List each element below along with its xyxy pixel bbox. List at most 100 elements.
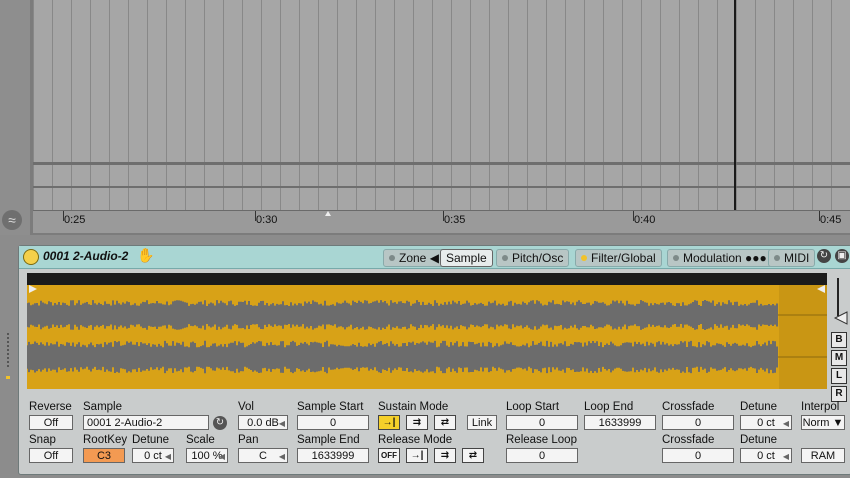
vol-label: Vol bbox=[238, 401, 254, 413]
scale-field[interactable]: 100 % ◀ bbox=[186, 448, 228, 463]
tab-label: MIDI bbox=[784, 251, 810, 265]
waveform-l-button[interactable]: L bbox=[831, 368, 847, 384]
hot-swap-sample-icon[interactable]: ↻ bbox=[213, 416, 227, 430]
zoom-slider[interactable] bbox=[829, 276, 849, 332]
crossfade-label: Crossfade bbox=[662, 401, 715, 413]
sustain-mode-forward-icon[interactable]: ⇉ bbox=[406, 415, 428, 430]
pan-field[interactable]: C ◀ bbox=[238, 448, 288, 463]
release-mode-backforth-icon[interactable]: ⇄ bbox=[462, 448, 484, 463]
detune-value: 0 ct bbox=[144, 450, 162, 462]
pan-value: C bbox=[259, 450, 267, 462]
release-detune-label: Detune bbox=[740, 434, 778, 446]
sustain-mode-loop-icon[interactable]: →| bbox=[378, 415, 400, 430]
tab-label: Sample bbox=[446, 251, 487, 265]
hot-swap-icon[interactable]: ↻ bbox=[817, 249, 831, 263]
loop-end-field[interactable]: 1633999 bbox=[584, 415, 656, 430]
interpol-select[interactable]: Norm ▼ bbox=[801, 415, 845, 430]
track-divider bbox=[33, 186, 850, 188]
release-mode-forward-icon[interactable]: ⇉ bbox=[434, 448, 456, 463]
waveform-b-button[interactable]: B bbox=[831, 332, 847, 348]
tab-indicator-icon bbox=[673, 255, 679, 261]
track-divider bbox=[33, 162, 850, 165]
waveform-display[interactable] bbox=[27, 273, 827, 389]
ruler-label: 0:25 bbox=[64, 214, 86, 226]
release-detune-value: 0 ct bbox=[757, 450, 775, 462]
sampler-panel: 0001 2-Audio-2 ✋ Zone ◀ Sample Pitch/Osc… bbox=[18, 245, 850, 475]
sustain-mode-label: Sustain Mode bbox=[378, 401, 449, 413]
reverse-label: Reverse bbox=[29, 401, 72, 413]
release-loop-label: Release Loop bbox=[506, 434, 577, 446]
tab-indicator-icon bbox=[389, 255, 395, 261]
rootkey-label: RootKey bbox=[83, 434, 128, 446]
vol-field[interactable]: 0.0 dB ◀ bbox=[238, 415, 288, 430]
crossfade-field[interactable]: 0 bbox=[662, 415, 734, 430]
loop-start-field[interactable]: 0 bbox=[506, 415, 578, 430]
scale-label: Scale bbox=[186, 434, 215, 446]
waveform-m-button[interactable]: M bbox=[831, 350, 847, 366]
tab-midi[interactable]: MIDI bbox=[768, 249, 816, 267]
waveform-r-button[interactable]: R bbox=[831, 386, 847, 402]
device-title: 0001 2-Audio-2 bbox=[43, 249, 129, 263]
interpol-value: Norm bbox=[802, 417, 830, 429]
marker-triangle-icon[interactable] bbox=[325, 211, 331, 216]
reverse-toggle[interactable]: Off bbox=[29, 415, 73, 430]
tab-indicator-icon bbox=[774, 255, 780, 261]
sample-waveform[interactable] bbox=[27, 273, 827, 389]
arrangement-grid[interactable] bbox=[33, 0, 850, 210]
playhead-line bbox=[734, 0, 736, 210]
sustain-mode-backforth-icon[interactable]: ⇄ bbox=[434, 415, 456, 430]
detune-field[interactable]: 0 ct ◀ bbox=[132, 448, 174, 463]
ram-toggle[interactable]: RAM bbox=[801, 448, 845, 463]
sampler-title-bar: 0001 2-Audio-2 ✋ Zone ◀ Sample Pitch/Osc… bbox=[19, 246, 850, 269]
release-detune-field[interactable]: 0 ct ◀ bbox=[740, 448, 792, 463]
release-loop-field[interactable]: 0 bbox=[506, 448, 578, 463]
sample-end-label: Sample End bbox=[297, 434, 360, 446]
device-grip-dots[interactable] bbox=[5, 332, 11, 380]
interpol-label: Interpol bbox=[801, 401, 840, 413]
ruler-label: 0:30 bbox=[256, 214, 278, 226]
tab-label: Pitch/Osc bbox=[512, 251, 564, 265]
waveform-end-region bbox=[779, 285, 827, 389]
sample-label: Sample bbox=[83, 401, 122, 413]
snap-toggle[interactable]: Off bbox=[29, 448, 73, 463]
loop-start-label: Loop Start bbox=[506, 401, 560, 413]
loop-detune-label: Detune bbox=[740, 401, 778, 413]
release-mode-loop-icon[interactable]: →| bbox=[406, 448, 428, 463]
sample-start-label: Sample Start bbox=[297, 401, 364, 413]
release-mode-label: Release Mode bbox=[378, 434, 453, 446]
release-mode-off-button[interactable]: OFF bbox=[378, 448, 400, 463]
tab-pitch-osc[interactable]: Pitch/Osc bbox=[496, 249, 570, 267]
tab-sample[interactable]: Sample bbox=[440, 249, 493, 267]
loop-detune-field[interactable]: 0 ct ◀ bbox=[740, 415, 792, 430]
arrangement-left-strip bbox=[0, 0, 30, 235]
tab-label: Modulation bbox=[683, 251, 742, 265]
loop-detune-value: 0 ct bbox=[757, 417, 775, 429]
waveform-side-controls: B M L R bbox=[829, 276, 849, 402]
time-ruler[interactable]: 0:25 0:30 0:35 0:40 0:45 bbox=[33, 210, 850, 233]
rootkey-field[interactable]: C3 bbox=[83, 448, 125, 463]
device-on-toggle[interactable] bbox=[23, 249, 39, 265]
release-crossfade-label: Crossfade bbox=[662, 434, 715, 446]
loop-end-label: Loop End bbox=[584, 401, 634, 413]
tab-zone[interactable]: Zone ◀ bbox=[383, 249, 445, 267]
tab-label: Zone bbox=[399, 251, 427, 265]
hand-icon[interactable]: ✋ bbox=[137, 247, 154, 264]
vol-value: 0.0 dB bbox=[247, 417, 279, 429]
tab-label: Filter/Global bbox=[591, 251, 656, 265]
pan-label: Pan bbox=[238, 434, 259, 446]
ruler-label: 0:35 bbox=[444, 214, 466, 226]
ruler-label: 0:40 bbox=[634, 214, 656, 226]
tab-indicator-icon bbox=[581, 255, 587, 261]
release-crossfade-field[interactable]: 0 bbox=[662, 448, 734, 463]
detune-label: Detune bbox=[132, 434, 170, 446]
ruler-label: 0:45 bbox=[820, 214, 842, 226]
tab-indicator-icon bbox=[502, 255, 508, 261]
sample-name-field[interactable]: 0001 2-Audio-2 bbox=[83, 415, 209, 430]
tab-modulation[interactable]: Modulation ●●● bbox=[667, 249, 773, 267]
link-button[interactable]: Link bbox=[467, 415, 497, 430]
sample-start-field[interactable]: 0 bbox=[297, 415, 369, 430]
save-preset-icon[interactable]: ▣ bbox=[835, 249, 849, 263]
wave-icon[interactable]: ≈ bbox=[2, 210, 22, 230]
sample-end-field[interactable]: 1633999 bbox=[297, 448, 369, 463]
tab-filter-global[interactable]: Filter/Global bbox=[575, 249, 662, 267]
